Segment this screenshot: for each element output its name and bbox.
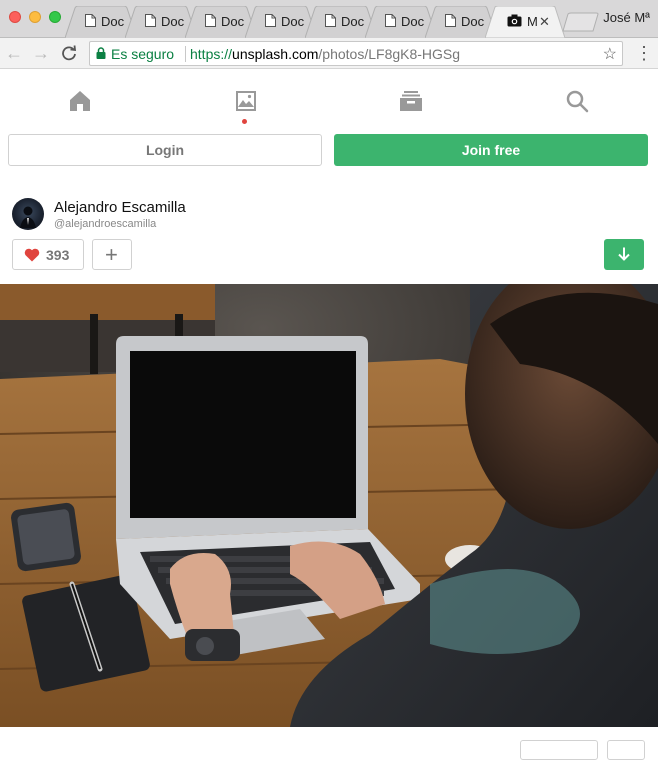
site-nav xyxy=(0,70,658,130)
share-button[interactable] xyxy=(607,740,645,760)
tab-label: Doc xyxy=(461,14,485,29)
add-to-collection-button[interactable]: + xyxy=(92,239,132,270)
active-nav-indicator xyxy=(242,119,247,124)
tab-unsplash-active[interactable]: M ✕ xyxy=(485,6,565,38)
search-icon[interactable] xyxy=(564,88,590,114)
download-arrow-icon xyxy=(616,246,632,267)
document-icon xyxy=(265,14,276,32)
avatar[interactable] xyxy=(12,198,44,230)
photo[interactable] xyxy=(0,284,658,727)
download-button[interactable] xyxy=(604,239,644,270)
tab-label: Doc xyxy=(341,14,365,29)
close-window-button[interactable] xyxy=(9,11,21,23)
document-icon xyxy=(325,14,336,32)
phone xyxy=(11,502,81,572)
tab-label: Doc xyxy=(221,14,245,29)
security-label: Es seguro xyxy=(111,46,175,62)
photos-icon[interactable] xyxy=(233,88,259,114)
url-text[interactable]: https://unsplash.com/photos/LF8gK8-HGSg xyxy=(190,46,460,62)
heart-icon xyxy=(24,248,40,267)
tab-label: Doc xyxy=(101,14,125,29)
maximize-window-button[interactable] xyxy=(49,11,61,23)
lock-icon xyxy=(96,46,106,62)
author-name[interactable]: Alejandro Escamilla xyxy=(54,199,186,216)
tab-label: Doc xyxy=(281,14,305,29)
address-bar[interactable]: Es seguro https://unsplash.com/photos/LF… xyxy=(89,41,623,66)
collections-icon[interactable] xyxy=(398,88,424,114)
url-host: unsplash.com xyxy=(232,46,319,62)
new-tab-button[interactable] xyxy=(562,12,600,37)
minimize-window-button[interactable] xyxy=(29,11,41,23)
reload-icon[interactable] xyxy=(58,42,80,64)
forward-icon[interactable]: → xyxy=(30,42,52,64)
url-protocol: https:// xyxy=(190,46,233,62)
document-icon xyxy=(385,14,396,32)
document-icon xyxy=(445,14,456,32)
tab-label: M xyxy=(527,14,538,29)
join-free-button[interactable]: Join free xyxy=(334,134,648,166)
bookmark-star-icon[interactable]: ☆ xyxy=(603,44,617,64)
security-indicator[interactable]: Es seguro xyxy=(96,46,174,62)
browser-tab-strip: Doc Doc Doc Doc Doc Doc Doc M ✕ José Mª xyxy=(0,0,658,38)
plus-icon: + xyxy=(105,242,118,267)
document-icon xyxy=(145,14,156,32)
address-separator xyxy=(185,46,186,62)
browser-menu-icon[interactable]: ⋮ xyxy=(635,42,653,64)
photo-info-button[interactable] xyxy=(520,740,598,760)
login-button[interactable]: Login xyxy=(8,134,322,166)
home-icon[interactable] xyxy=(67,88,93,114)
tab-label: Doc xyxy=(401,14,425,29)
tab-label: Doc xyxy=(161,14,185,29)
document-icon xyxy=(205,14,216,32)
document-icon xyxy=(85,14,96,32)
tab-close-icon[interactable]: ✕ xyxy=(539,14,550,30)
like-count: 393 xyxy=(46,247,70,263)
author-handle[interactable]: @alejandroescamilla xyxy=(54,218,156,230)
url-path: /photos/LF8gK8-HGSg xyxy=(318,46,461,62)
browser-toolbar: ← → Es seguro https://unsplash.com/photo… xyxy=(0,38,658,69)
back-icon[interactable]: ← xyxy=(3,42,25,64)
like-button[interactable]: 393 xyxy=(12,239,84,270)
profile-name[interactable]: José Mª xyxy=(603,10,650,25)
camera-icon xyxy=(507,14,522,32)
